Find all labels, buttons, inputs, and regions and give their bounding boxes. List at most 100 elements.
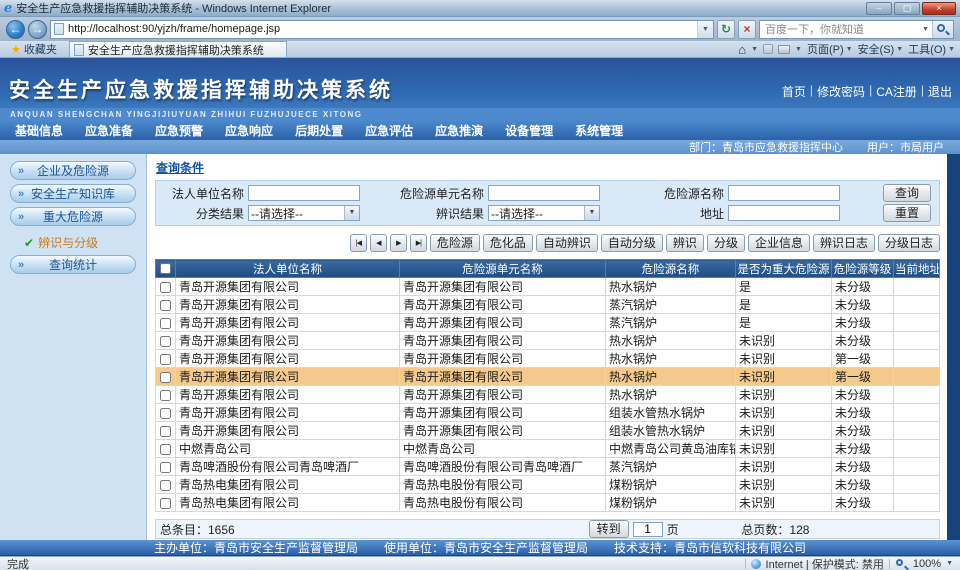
search-dropdown-icon[interactable]: ▼ [919, 26, 932, 33]
sidebar-button[interactable]: »重大危险源 [10, 207, 136, 226]
page-number-input[interactable] [633, 522, 663, 537]
address-input[interactable] [728, 205, 840, 221]
row-checkbox[interactable] [160, 336, 171, 347]
favorites-button[interactable]: ★ 收藏夹 [5, 41, 63, 57]
zoom-caret-icon[interactable]: ▼ [946, 560, 953, 567]
maximize-button[interactable]: ▢ [894, 2, 920, 15]
nav-item[interactable]: 应急准备 [74, 122, 144, 139]
nav-item[interactable]: 设备管理 [494, 122, 564, 139]
nav-item[interactable]: 后期处置 [284, 122, 354, 139]
rss-feed-icon[interactable] [763, 44, 773, 54]
table-row[interactable]: 青岛开源集团有限公司青岛开源集团有限公司热水锅炉是未分级 [156, 278, 940, 296]
minimize-button[interactable]: – [866, 2, 892, 15]
menu-tools[interactable]: 工具(O)▼ [908, 41, 955, 57]
table-row[interactable]: 青岛啤酒股份有限公司青岛啤酒厂青岛啤酒股份有限公司青岛啤酒厂蒸汽锅炉未识别未分级 [156, 458, 940, 476]
select-all-checkbox[interactable] [160, 263, 171, 274]
identify-result-select[interactable]: --请选择--▼ [488, 205, 600, 221]
table-row[interactable]: 青岛开源集团有限公司青岛开源集团有限公司蒸汽锅炉是未分级 [156, 314, 940, 332]
action-button[interactable]: 分级 [707, 234, 745, 252]
print-caret-icon[interactable]: ▼ [795, 46, 802, 53]
back-button[interactable]: ← [6, 20, 25, 39]
table-cell: 未识别 [736, 458, 832, 476]
header-link[interactable]: 首页 [782, 83, 806, 100]
table-row[interactable]: 青岛开源集团有限公司青岛开源集团有限公司组装水管热水锅炉未识别未分级 [156, 404, 940, 422]
action-button[interactable]: 自动辨识 [536, 234, 598, 252]
print-icon[interactable] [778, 45, 790, 54]
row-checkbox[interactable] [160, 498, 171, 509]
action-button[interactable]: 辨识日志 [813, 234, 875, 252]
action-button[interactable]: 企业信息 [748, 234, 810, 252]
pager-button[interactable]: ▶ [390, 234, 407, 252]
grid-header-cell: 是否为重大危险源 [736, 260, 832, 278]
row-checkbox[interactable] [160, 300, 171, 311]
sidebar-button[interactable]: »安全生产知识库 [10, 184, 136, 203]
action-button[interactable]: 危险源 [430, 234, 480, 252]
table-row[interactable]: 青岛开源集团有限公司青岛开源集团有限公司热水锅炉未识别第一级 [156, 350, 940, 368]
row-checkbox[interactable] [160, 354, 171, 365]
search-button[interactable]: 查询 [883, 184, 931, 202]
address-dropdown-icon[interactable]: ▼ [697, 21, 713, 38]
row-checkbox[interactable] [160, 408, 171, 419]
action-button[interactable]: 辨识 [666, 234, 704, 252]
table-row[interactable]: 青岛开源集团有限公司青岛开源集团有限公司热水锅炉未识别第一级 [156, 368, 940, 386]
forward-button[interactable]: → [28, 20, 47, 39]
nav-item[interactable]: 应急预警 [144, 122, 214, 139]
address-url[interactable]: http://localhost:90/yjzh/frame/homepage.… [68, 23, 280, 35]
sidebar-active-item[interactable]: ✔辨识与分级 [24, 234, 146, 251]
search-icon[interactable] [932, 21, 953, 38]
row-checkbox[interactable] [160, 480, 171, 491]
nav-item[interactable]: 基础信息 [4, 122, 74, 139]
table-row[interactable]: 中燃青岛公司中燃青岛公司中燃青岛公司黄岛油库锅炉未识别未分级 [156, 440, 940, 458]
home-icon[interactable]: ⌂ [738, 43, 746, 56]
menu-safety[interactable]: 安全(S)▼ [858, 41, 904, 57]
table-cell: 青岛开源集团有限公司 [400, 296, 606, 314]
home-caret-icon[interactable]: ▼ [751, 46, 758, 53]
action-button[interactable]: 自动分级 [601, 234, 663, 252]
sidebar-button[interactable]: »查询统计 [10, 255, 136, 274]
row-checkbox[interactable] [160, 426, 171, 437]
nav-item[interactable]: 应急推演 [424, 122, 494, 139]
row-checkbox[interactable] [160, 444, 171, 455]
address-bar[interactable]: http://localhost:90/yjzh/frame/homepage.… [50, 20, 714, 39]
action-button[interactable]: 危化品 [483, 234, 533, 252]
stop-button[interactable]: × [738, 20, 756, 39]
header-link[interactable]: 退出 [928, 83, 952, 100]
unit-name-input[interactable] [488, 185, 600, 201]
table-row[interactable]: 青岛开源集团有限公司青岛开源集团有限公司热水锅炉未识别未分级 [156, 332, 940, 350]
pager-button[interactable]: ◀ [370, 234, 387, 252]
action-button[interactable]: 分级日志 [878, 234, 940, 252]
zoom-icon[interactable] [895, 558, 908, 570]
browser-tab[interactable]: 安全生产应急救援指挥辅助决策系统 [69, 41, 287, 57]
legal-name-input[interactable] [248, 185, 360, 201]
browser-window: e 安全生产应急救援指挥辅助决策系统 - Windows Internet Ex… [0, 0, 960, 570]
search-box[interactable]: 百度一下，你就知道 ▼ [759, 20, 954, 39]
nav-item[interactable]: 应急响应 [214, 122, 284, 139]
row-checkbox[interactable] [160, 318, 171, 329]
row-checkbox[interactable] [160, 390, 171, 401]
total-pages-text: 总页数：128 [741, 521, 809, 538]
row-checkbox[interactable] [160, 282, 171, 293]
hazard-name-input[interactable] [728, 185, 840, 201]
nav-item[interactable]: 系统管理 [564, 122, 634, 139]
table-row[interactable]: 青岛开源集团有限公司青岛开源集团有限公司蒸汽锅炉是未分级 [156, 296, 940, 314]
class-result-select[interactable]: --请选择--▼ [248, 205, 360, 221]
pager-button[interactable]: ▶| [410, 234, 427, 252]
header-link[interactable]: 修改密码 [817, 83, 865, 100]
sidebar-button[interactable]: »企业及危险源 [10, 161, 136, 180]
menu-page[interactable]: 页面(P)▼ [807, 41, 853, 57]
close-button[interactable]: × [922, 2, 956, 15]
header-link[interactable]: CA注册 [876, 83, 917, 100]
favorites-label: 收藏夹 [24, 41, 57, 57]
table-row[interactable]: 青岛热电集团有限公司青岛热电股份有限公司煤粉锅炉未识别未分级 [156, 494, 940, 512]
table-row[interactable]: 青岛开源集团有限公司青岛开源集团有限公司组装水管热水锅炉未识别未分级 [156, 422, 940, 440]
row-checkbox[interactable] [160, 462, 171, 473]
refresh-button[interactable]: ↻ [717, 20, 735, 39]
pager-button[interactable]: |◀ [350, 234, 367, 252]
table-row[interactable]: 青岛热电集团有限公司青岛热电股份有限公司煤粉锅炉未识别未分级 [156, 476, 940, 494]
table-row[interactable]: 青岛开源集团有限公司青岛开源集团有限公司热水锅炉未识别未分级 [156, 386, 940, 404]
zoom-level[interactable]: 100% [913, 558, 941, 570]
reset-button[interactable]: 重置 [883, 204, 931, 222]
goto-page-button[interactable]: 转到 [589, 520, 629, 538]
nav-item[interactable]: 应急评估 [354, 122, 424, 139]
row-checkbox[interactable] [160, 372, 171, 383]
